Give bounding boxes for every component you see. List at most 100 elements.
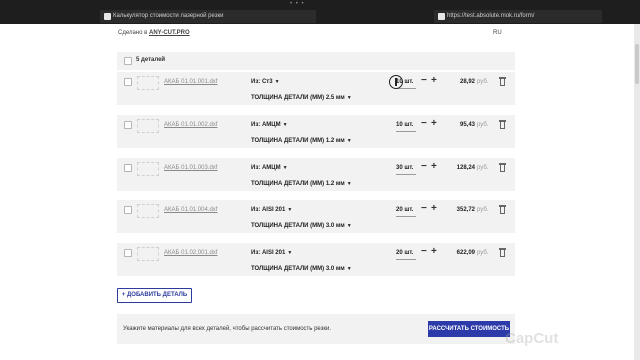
calculate-cost-button[interactable]: РАССЧИТАТЬ СТОИМОСТЬ (428, 321, 510, 337)
material-dropdown[interactable]: Из: АМЦМ ▼ (251, 122, 288, 128)
chevron-down-icon: ▼ (274, 79, 280, 85)
chevron-down-icon: ▼ (282, 165, 288, 171)
parts-count: 5 деталей (136, 57, 166, 63)
increase-quantity-button[interactable]: + (431, 119, 437, 129)
part-filename[interactable]: АКАБ 01.01.001.dxf (164, 79, 217, 85)
add-part-button[interactable]: + ДОБАВИТЬ ДЕТАЛЬ (117, 288, 192, 303)
capcut-watermark: CapCut (505, 330, 559, 347)
material-dropdown[interactable]: Из: AISI 201 ▼ (251, 207, 292, 213)
browser-tab-form[interactable]: https://test.absolute.mok.ru/form/ (434, 10, 602, 23)
tab-title: https://test.absolute.mok.ru/form/ (447, 13, 535, 19)
part-price: 128,24 (456, 165, 475, 171)
part-row: АКАБ 01.01.003.dxf Из: АМЦМ ▼ ТОЛЩИНА ДЕТ… (117, 158, 515, 191)
part-checkbox[interactable] (124, 78, 132, 86)
part-price: 28,92 (459, 79, 475, 85)
decrease-quantity-button[interactable]: − (421, 247, 427, 257)
chevron-down-icon: ▼ (346, 223, 352, 229)
increase-quantity-button[interactable]: + (431, 162, 437, 172)
decrease-quantity-button[interactable]: − (421, 119, 427, 129)
quantity-underline (396, 216, 416, 217)
quantity-input[interactable]: 20 шт. (396, 250, 413, 256)
made-by-text: Сделано в ANY-CUT.PRO (118, 30, 190, 36)
part-row: АКАБ 01.02.001.dxf Из: AISI 201 ▼ ТОЛЩИНА… (117, 243, 515, 276)
quantity-input[interactable]: 20 шт. (396, 207, 413, 213)
decrease-quantity-button[interactable]: − (421, 76, 427, 86)
quantity-input[interactable]: 30 шт. (396, 165, 413, 171)
thickness-dropdown[interactable]: ТОЛЩИНА ДЕТАЛИ (ММ) 3.0 мм ▼ (251, 223, 352, 229)
decrease-quantity-button[interactable]: − (421, 162, 427, 172)
part-price: 352,72 (456, 207, 475, 213)
site-favicon-icon (104, 13, 111, 20)
part-filename[interactable]: АКАБ 01.02.001.dxf (164, 250, 217, 256)
thickness-dropdown[interactable]: ТОЛЩИНА ДЕТАЛИ (ММ) 2.5 мм ▼ (251, 95, 352, 101)
material-dropdown[interactable]: Из: АМЦМ ▼ (251, 165, 288, 171)
chevron-down-icon: ▼ (287, 250, 293, 256)
material-dropdown[interactable]: Из: Ст3 ▼ (251, 79, 280, 85)
materials-hint: Укажите материалы для всех деталей, чтоб… (123, 326, 332, 332)
increase-quantity-button[interactable]: + (431, 247, 437, 257)
part-preview (137, 119, 159, 133)
part-preview (137, 247, 159, 261)
part-checkbox[interactable] (124, 121, 132, 129)
site-favicon-icon (438, 13, 445, 20)
part-checkbox[interactable] (124, 249, 132, 257)
part-filename[interactable]: АКАБ 01.01.002.dxf (164, 122, 217, 128)
page-scrollbar[interactable] (634, 24, 640, 360)
decrease-quantity-button[interactable]: − (421, 204, 427, 214)
trash-icon[interactable] (499, 77, 506, 86)
part-filename[interactable]: АКАБ 01.01.004.dxf (164, 207, 217, 213)
currency-label: руб. (477, 207, 489, 213)
part-filename[interactable]: АКАБ 01.01.003.dxf (164, 165, 217, 171)
part-preview (137, 162, 159, 176)
chevron-down-icon: ▼ (346, 181, 352, 187)
currency-label: руб. (477, 79, 489, 85)
part-preview (137, 204, 159, 218)
calculation-footer: Укажите материалы для всех деталей, чтоб… (117, 314, 515, 344)
material-value: Из: АМЦМ (251, 165, 281, 171)
thickness-value: ТОЛЩИНА ДЕТАЛИ (ММ) 3.0 мм (251, 223, 345, 229)
part-preview (137, 76, 159, 90)
trash-icon[interactable] (499, 120, 506, 129)
made-prefix: Сделано в (118, 30, 149, 36)
increase-quantity-button[interactable]: + (431, 76, 437, 86)
part-row: АКАБ 01.01.004.dxf Из: AISI 201 ▼ ТОЛЩИНА… (117, 200, 515, 233)
part-checkbox[interactable] (124, 206, 132, 214)
select-all-checkbox[interactable] (124, 57, 132, 65)
material-value: Из: Ст3 (251, 79, 273, 85)
made-link[interactable]: ANY-CUT.PRO (149, 30, 190, 36)
quantity-underline (396, 259, 416, 260)
thickness-value: ТОЛЩИНА ДЕТАЛИ (ММ) 1.2 мм (251, 181, 345, 187)
thickness-dropdown[interactable]: ТОЛЩИНА ДЕТАЛИ (ММ) 1.2 мм ▼ (251, 138, 352, 144)
trash-icon[interactable] (499, 163, 506, 172)
trash-icon[interactable] (499, 248, 506, 257)
trash-icon[interactable] (499, 205, 506, 214)
material-dropdown[interactable]: Из: AISI 201 ▼ (251, 250, 292, 256)
text-cursor-icon (389, 75, 403, 89)
quantity-underline (396, 174, 416, 175)
parts-list-header: 5 деталей (117, 52, 515, 70)
part-row: АКАБ 01.01.002.dxf Из: АМЦМ ▼ ТОЛЩИНА ДЕТ… (117, 115, 515, 148)
scrollbar-thumb[interactable] (635, 44, 639, 84)
currency-label: руб. (477, 122, 489, 128)
part-checkbox[interactable] (124, 164, 132, 172)
quantity-underline (396, 131, 416, 132)
increase-quantity-button[interactable]: + (431, 204, 437, 214)
thickness-dropdown[interactable]: ТОЛЩИНА ДЕТАЛИ (ММ) 1.2 мм ▼ (251, 181, 352, 187)
chevron-down-icon: ▼ (346, 266, 352, 272)
currency-label: руб. (477, 250, 489, 256)
part-row: АКАБ 01.01.001.dxf Из: Ст3 ▼ ТОЛЩИНА ДЕТА… (117, 72, 515, 105)
thickness-dropdown[interactable]: ТОЛЩИНА ДЕТАЛИ (ММ) 3.0 мм ▼ (251, 266, 352, 272)
browser-tab-calculator[interactable]: Калькулятор стоимости лазерной резки (100, 10, 316, 23)
chevron-down-icon: ▼ (346, 138, 352, 144)
window-dots-icon: • • • (290, 1, 305, 7)
currency-label: руб. (477, 165, 489, 171)
part-price: 95,43 (459, 122, 475, 128)
thickness-value: ТОЛЩИНА ДЕТАЛИ (ММ) 2.5 мм (251, 95, 345, 101)
language-selector[interactable]: RU (493, 30, 502, 36)
material-value: Из: AISI 201 (251, 250, 286, 256)
material-value: Из: АМЦМ (251, 122, 281, 128)
quantity-input[interactable]: 10 шт. (396, 122, 413, 128)
thickness-value: ТОЛЩИНА ДЕТАЛИ (ММ) 1.2 мм (251, 138, 345, 144)
material-value: Из: AISI 201 (251, 207, 286, 213)
thickness-value: ТОЛЩИНА ДЕТАЛИ (ММ) 3.0 мм (251, 266, 345, 272)
